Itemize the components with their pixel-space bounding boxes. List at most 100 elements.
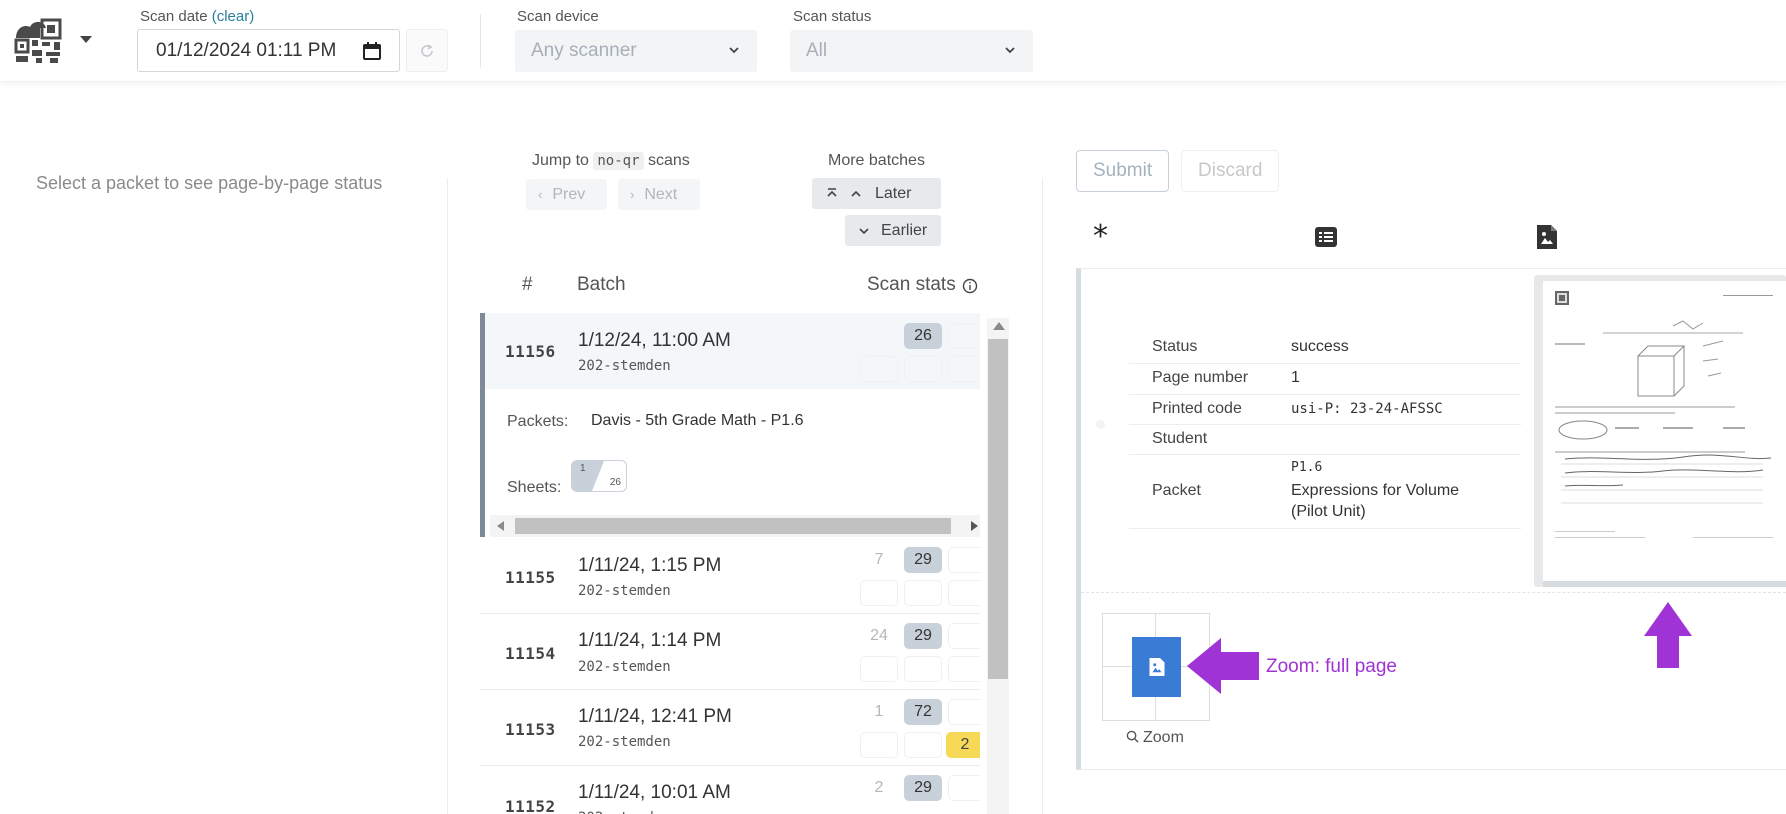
table-row[interactable]: 11154 1/11/24, 1:14 PM 202-stemden 24 29 [480, 614, 980, 690]
scroll-right-icon[interactable] [971, 521, 978, 531]
batch-number: 11156 [505, 342, 556, 361]
stat-cell [904, 356, 942, 382]
pane-divider [447, 178, 448, 814]
toolbar-divider [480, 14, 481, 68]
packet-select-hint: Select a packet to see page-by-page stat… [36, 173, 383, 193]
refresh-icon [421, 43, 433, 57]
jump-label-suffix: scans [647, 152, 690, 169]
stat-cell [948, 547, 980, 573]
chevron-down-icon [1005, 47, 1015, 54]
search-icon [1126, 730, 1139, 743]
top-toolbar: Scan date (clear) 01/12/2024 01:11 PM Sc… [0, 0, 1786, 82]
stat-total-badge[interactable]: 29 [904, 547, 942, 573]
scrollbar-thumb[interactable] [515, 518, 951, 534]
scrollbar-thumb[interactable] [988, 339, 1008, 679]
later-label: Later [875, 184, 912, 202]
pane-divider [1042, 178, 1043, 814]
table-row[interactable]: 11156 1/12/24, 11:00 AM 202-stemden 26 [480, 313, 980, 389]
list-icon[interactable] [1314, 224, 1338, 250]
zoom-label-text: Zoom [1143, 729, 1184, 746]
batch-device: 202-stemden [578, 810, 671, 814]
batch-date: 1/11/24, 1:14 PM [578, 630, 722, 651]
stat-total-badge[interactable]: 29 [904, 623, 942, 649]
stat-warning-badge[interactable]: 2 [946, 732, 980, 758]
sheet-first: 1 [580, 463, 586, 474]
batch-row-header[interactable]: 11156 1/12/24, 11:00 AM 202-stemden 26 [485, 313, 980, 389]
scan-date-input[interactable]: 01/12/2024 01:11 PM [137, 29, 400, 72]
prev-no-qr-button[interactable]: ‹ Prev [526, 179, 607, 210]
packet-link[interactable]: Davis - 5th Grade Math - P1.6 [591, 412, 804, 430]
sheet-range-chip[interactable]: 1 26 [571, 460, 627, 492]
table-row[interactable]: 11152 1/11/24, 10:01 AM 202-stemden 2 29 [480, 766, 980, 814]
packet-label: Packet [1152, 482, 1201, 499]
scan-status-select[interactable]: All [790, 30, 1033, 72]
chevron-left-icon: ‹ [538, 187, 543, 202]
scroll-left-icon[interactable] [497, 521, 504, 531]
column-header-batch[interactable]: Batch [577, 274, 626, 296]
batch-date: 1/11/24, 12:41 PM [578, 706, 732, 727]
stat-cell [904, 656, 942, 682]
page-image-icon[interactable] [1535, 224, 1559, 250]
stat-pending: 2 [874, 779, 884, 796]
batch-date: 1/12/24, 11:00 AM [578, 330, 731, 351]
refresh-button[interactable] [406, 29, 448, 72]
page-thumbnail-image[interactable] [1543, 281, 1786, 581]
table-row[interactable]: 11153 1/11/24, 12:41 PM 202-stemden 1 72… [480, 690, 980, 766]
earlier-batches-button[interactable]: Earlier [845, 215, 941, 246]
packet-title-line-2: (Pilot Unit) [1291, 503, 1366, 520]
stat-pending: 1 [874, 703, 884, 720]
zoom-full-page-button[interactable] [1132, 637, 1181, 697]
batch-date: 1/11/24, 10:01 AM [578, 782, 731, 803]
thumbnail-shadow [1543, 581, 1786, 587]
batch-date: 1/11/24, 1:15 PM [578, 555, 722, 576]
clear-date-link[interactable]: (clear) [212, 8, 255, 25]
scan-date-label-text: Scan date [140, 8, 208, 25]
batch-row-expanded[interactable]: 11156 1/12/24, 11:00 AM 202-stemden 26 P… [480, 313, 980, 537]
no-qr-code-chip: no-qr [593, 152, 644, 170]
stat-cell [948, 580, 980, 606]
stat-cell [948, 356, 980, 382]
batch-device: 202-stemden [578, 734, 671, 750]
status-value: success [1291, 338, 1349, 355]
later-batches-button[interactable]: Later [812, 178, 941, 209]
batch-list[interactable]: 11156 1/12/24, 11:00 AM 202-stemden 26 P… [480, 313, 980, 814]
batch-number: 11154 [505, 644, 556, 663]
stat-pending: 24 [870, 627, 888, 644]
calendar-icon[interactable] [363, 42, 381, 60]
page-image-icon [1149, 658, 1164, 676]
chevron-down-icon [729, 47, 739, 54]
column-header-number: # [522, 274, 533, 295]
table-row[interactable]: 11155 1/11/24, 1:15 PM 202-stemden 7 29 [480, 538, 980, 614]
batch-device: 202-stemden [578, 583, 671, 599]
stat-pending: 7 [874, 551, 884, 568]
earlier-label: Earlier [881, 221, 928, 239]
stat-cell [860, 356, 898, 382]
qr-scanner-logo-icon[interactable] [14, 18, 64, 64]
scroll-up-icon[interactable] [993, 322, 1005, 330]
student-label: Student [1152, 430, 1208, 447]
stat-cell [904, 580, 942, 606]
discard-button[interactable]: Discard [1181, 150, 1280, 192]
stat-total-badge[interactable]: 72 [904, 699, 942, 725]
stat-total-badge[interactable]: 29 [904, 775, 942, 801]
chevron-down-icon [859, 227, 869, 234]
jump-label-prefix: Jump to [532, 152, 589, 169]
packet-title-line-1: Expressions for Volume [1291, 482, 1460, 499]
info-icon[interactable] [962, 278, 978, 294]
sheets-label: Sheets: [507, 479, 562, 496]
batch-number: 11153 [505, 720, 556, 739]
next-no-qr-button[interactable]: › Next [618, 179, 700, 210]
stat-total-badge[interactable]: 26 [904, 323, 942, 349]
zoom-label: Zoom [1126, 729, 1184, 747]
stat-cell [860, 732, 898, 758]
scan-device-select[interactable]: Any scanner [515, 30, 757, 72]
app-menu-chevron-down-icon[interactable] [80, 36, 92, 43]
tab-all-asterisk-icon[interactable]: * [1093, 222, 1117, 252]
horizontal-scrollbar[interactable] [490, 515, 980, 537]
sheet-range-fill [572, 461, 604, 491]
stat-cell [860, 580, 898, 606]
stat-cell [948, 656, 980, 682]
packet-code: P1.6 [1291, 460, 1323, 475]
detail-row-page-number: Page number 1 [1129, 364, 1521, 395]
submit-button[interactable]: Submit [1076, 150, 1170, 192]
